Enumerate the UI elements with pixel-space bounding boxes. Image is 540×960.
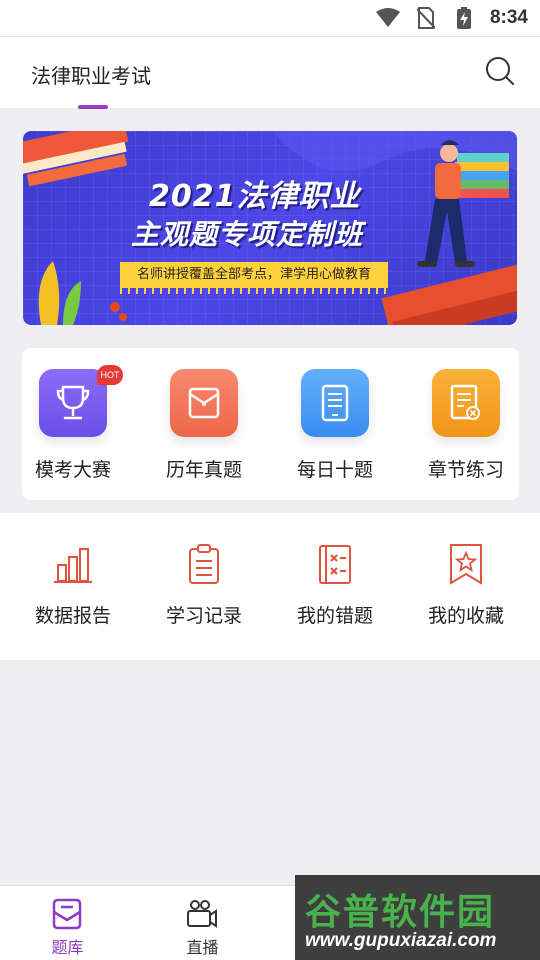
watermark-title: 谷普软件园 <box>305 892 496 933</box>
banner-tagline: 名师讲授覆盖全部考点，津学用心做教育 <box>120 262 388 288</box>
nav-label: 直播 <box>186 938 219 957</box>
bookmark-star-icon <box>450 544 482 585</box>
search-icon <box>486 57 514 85</box>
grid-item-label: 每日十题 <box>296 459 373 481</box>
tool-study-record[interactable]: 学习记录 <box>147 513 277 660</box>
status-bar: 8:34 <box>0 0 540 36</box>
tools-section: 数据报告 学习记录 我的错题 我的收藏 <box>0 513 540 660</box>
bar-chart-icon <box>54 548 92 583</box>
tool-label: 我的收藏 <box>427 605 504 627</box>
grid-item-past-papers[interactable]: 历年真题 <box>153 348 277 500</box>
tool-data-report[interactable]: 数据报告 <box>16 513 146 660</box>
hot-badge: HOT <box>97 365 123 385</box>
grid-item-label: 模考大赛 <box>34 459 111 481</box>
feature-grid: HOT 模考大赛 历年真题 每日十题 章节练习 <box>22 348 519 500</box>
tab-indicator <box>78 105 108 109</box>
grid-item-mock-exam[interactable]: HOT 模考大赛 <box>22 348 146 500</box>
document-folder-icon <box>170 369 238 437</box>
checklist-icon <box>432 369 500 437</box>
banner-ruler <box>120 288 388 294</box>
grid-item-daily-ten[interactable]: 每日十题 <box>284 348 408 500</box>
nav-question-bank[interactable]: 题库 <box>0 886 135 960</box>
page-title[interactable]: 法律职业考试 <box>31 60 151 89</box>
grid-item-label: 章节练习 <box>427 459 504 481</box>
mistake-book-icon <box>319 545 351 584</box>
question-bank-icon <box>52 898 82 930</box>
search-button[interactable] <box>484 55 516 87</box>
phone-list-icon <box>301 369 369 437</box>
grid-item-chapter-practice[interactable]: 章节练习 <box>415 348 539 500</box>
watermark-url: www.gupuxiazai.com <box>305 930 497 951</box>
banner-title-line2: 主观题专项定制班 <box>131 218 364 251</box>
nav-label: 题库 <box>51 938 84 957</box>
video-camera-icon <box>187 900 217 928</box>
tool-my-mistakes[interactable]: 我的错题 <box>278 513 408 660</box>
wifi-icon <box>375 7 400 29</box>
site-watermark: 谷普软件园 www.gupuxiazai.com <box>295 875 540 960</box>
battery-charging-icon <box>452 7 476 29</box>
no-sim-icon <box>414 7 438 29</box>
tool-my-favorites[interactable]: 我的收藏 <box>409 513 539 660</box>
tool-label: 学习记录 <box>165 605 242 627</box>
app-header: 法律职业考试 <box>0 36 540 109</box>
grid-item-label: 历年真题 <box>165 459 242 481</box>
clipboard-icon <box>189 544 219 584</box>
status-time: 8:34 <box>489 7 528 28</box>
promo-banner[interactable]: 2021法律职业 主观题专项定制班 名师讲授覆盖全部考点，津学用心做教育 <box>23 131 517 325</box>
banner-title-line1: 2021法律职业 <box>149 179 361 214</box>
tool-label: 数据报告 <box>34 605 111 627</box>
tool-label: 我的错题 <box>296 605 373 627</box>
nav-live[interactable]: 直播 <box>135 886 270 960</box>
